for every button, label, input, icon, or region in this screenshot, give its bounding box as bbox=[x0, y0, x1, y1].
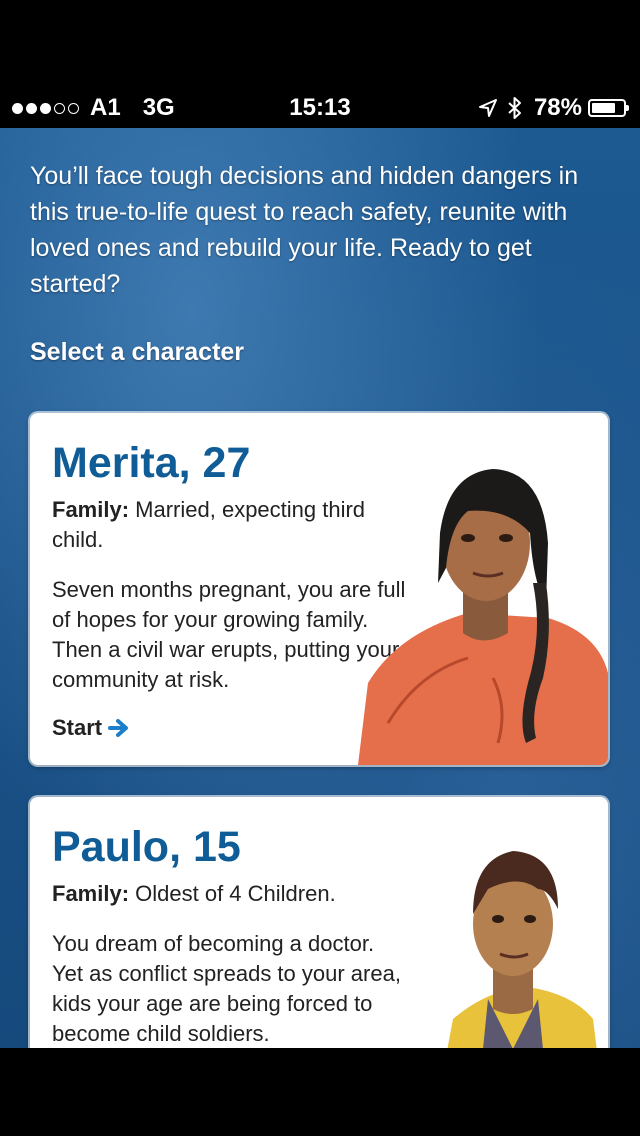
start-button[interactable]: Start bbox=[52, 715, 130, 741]
battery-percent: 78% bbox=[533, 94, 582, 121]
status-bar: A1 3G 15:13 78% bbox=[0, 86, 640, 128]
character-description: You dream of becoming a doctor. Yet as c… bbox=[52, 931, 401, 1046]
start-label: Start bbox=[52, 715, 103, 740]
intro-text: You’ll face tough decisions and hidden d… bbox=[30, 162, 579, 298]
status-right: 78% bbox=[478, 94, 629, 122]
family-label: Family: bbox=[52, 881, 130, 906]
character-card-paulo[interactable]: Paulo, 15 Family: Oldest of 4 Children. … bbox=[30, 797, 608, 1048]
main-content[interactable]: You’ll face tough decisions and hidden d… bbox=[0, 128, 640, 1048]
merita-portrait bbox=[358, 469, 608, 765]
paulo-portrait bbox=[447, 851, 597, 1048]
location-arrow-icon bbox=[478, 99, 497, 117]
family-value: Oldest of 4 Children. bbox=[135, 881, 336, 906]
bottom-bezel bbox=[0, 1048, 640, 1136]
section-title: Select a character bbox=[30, 338, 245, 366]
character-description: Seven months pregnant, you are full of h… bbox=[52, 577, 406, 692]
character-name: Merita, 27 bbox=[52, 439, 251, 487]
character-name: Paulo, 15 bbox=[52, 823, 241, 871]
family-label: Family: bbox=[52, 497, 130, 522]
bluetooth-icon bbox=[508, 97, 521, 119]
character-card-merita[interactable]: Merita, 27 Family: Married, expecting th… bbox=[30, 413, 608, 765]
top-bezel bbox=[0, 0, 640, 86]
battery-icon bbox=[588, 99, 629, 117]
arrow-right-icon bbox=[108, 719, 129, 737]
character-family: Family: Oldest of 4 Children. bbox=[52, 879, 412, 909]
